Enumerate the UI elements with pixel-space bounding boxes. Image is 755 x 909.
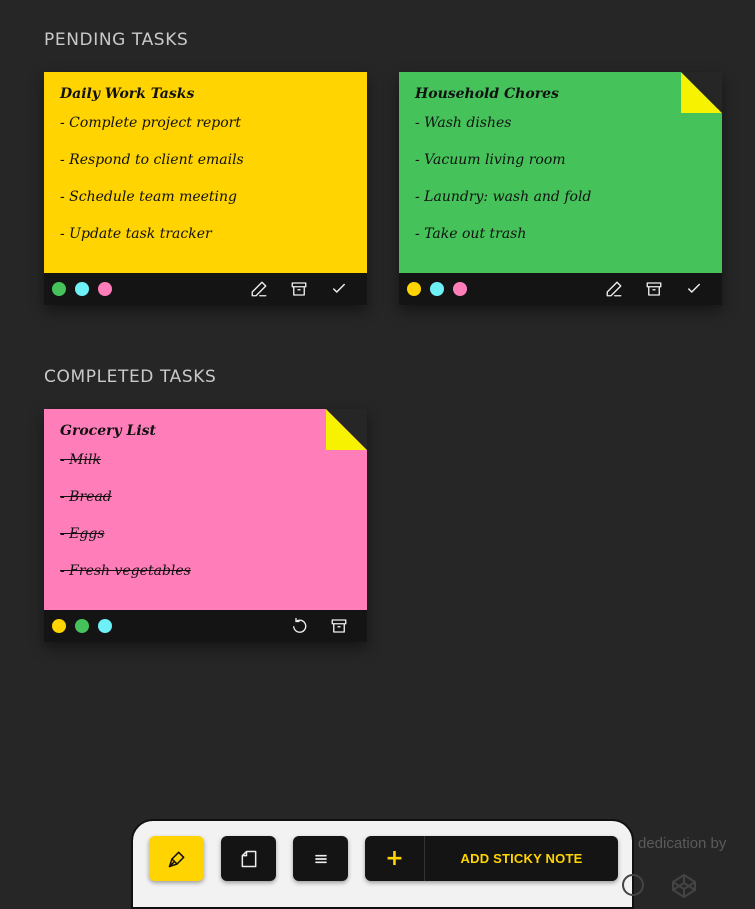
circle-logo-icon <box>622 874 644 896</box>
color-swatch-cyan[interactable] <box>98 619 112 633</box>
menu-button[interactable] <box>293 836 348 881</box>
note-icon <box>241 850 256 867</box>
restore-button[interactable] <box>279 610 319 642</box>
note-footer <box>44 273 367 305</box>
archive-icon <box>646 282 662 296</box>
note-item: - Respond to client emails <box>60 152 244 168</box>
color-swatch-yellow[interactable] <box>52 619 66 633</box>
page-fold-corner <box>681 72 722 113</box>
menu-icon <box>314 854 327 863</box>
page-fold-corner <box>326 409 367 450</box>
note-item: - Update task tracker <box>60 226 212 242</box>
check-icon <box>333 283 345 293</box>
note-item: - Take out trash <box>415 226 527 242</box>
archive-button[interactable] <box>319 610 359 642</box>
note-item: - Laundry: wash and fold <box>415 189 592 205</box>
note-body: Grocery List - Milk - Bread - Eggs - Fre… <box>44 409 367 610</box>
note-item: - Milk <box>60 452 101 468</box>
edit-button[interactable] <box>239 273 279 305</box>
color-swatch-cyan[interactable] <box>75 282 89 296</box>
pencil-icon <box>251 281 267 297</box>
add-sticky-note-label: ADD STICKY NOTE <box>460 851 583 866</box>
color-swatch-pink[interactable] <box>98 282 112 296</box>
completed-section-title: COMPLETED TASKS <box>44 367 217 387</box>
plus-icon: + <box>365 836 425 881</box>
color-swatch-cyan[interactable] <box>430 282 444 296</box>
add-sticky-note-button[interactable]: + ADD STICKY NOTE <box>365 836 618 881</box>
check-icon <box>688 283 700 293</box>
complete-button[interactable] <box>319 273 359 305</box>
note-title: Household Chores <box>415 86 559 102</box>
complete-button[interactable] <box>674 273 714 305</box>
color-swatch-green[interactable] <box>52 282 66 296</box>
note-item: - Fresh vegetables <box>60 563 191 579</box>
pencil-icon <box>606 281 622 297</box>
note-footer <box>399 273 722 305</box>
edit-button[interactable] <box>594 273 634 305</box>
sticky-note-daily-work: Daily Work Tasks - Complete project repo… <box>44 72 367 305</box>
note-item: - Bread <box>60 489 112 505</box>
codepen-logo-icon <box>672 874 696 898</box>
undo-icon <box>293 617 307 633</box>
note-footer <box>44 610 367 642</box>
pending-section-title: PENDING TASKS <box>44 30 189 50</box>
archive-icon <box>331 619 347 633</box>
note-title: Daily Work Tasks <box>60 86 195 102</box>
sticky-note-grocery-list: Grocery List - Milk - Bread - Eggs - Fre… <box>44 409 367 642</box>
archive-icon <box>291 282 307 296</box>
color-swatch-yellow[interactable] <box>407 282 421 296</box>
note-item: - Vacuum living room <box>415 152 566 168</box>
dedication-text: dedication by <box>638 835 727 852</box>
color-swatch-green[interactable] <box>75 619 89 633</box>
note-title: Grocery List <box>60 423 156 439</box>
note-body: Daily Work Tasks - Complete project repo… <box>44 72 367 273</box>
note-item: - Schedule team meeting <box>60 189 238 205</box>
note-item: - Complete project report <box>60 115 241 131</box>
note-body: Household Chores - Wash dishes - Vacuum … <box>399 72 722 273</box>
archive-button[interactable] <box>279 273 319 305</box>
pen-tool-button[interactable] <box>149 836 204 881</box>
color-swatch-pink[interactable] <box>453 282 467 296</box>
bottom-toolbar: + ADD STICKY NOTE <box>131 819 634 909</box>
pen-nib-icon <box>168 851 184 867</box>
note-item: - Wash dishes <box>415 115 512 131</box>
sticky-note-household-chores: Household Chores - Wash dishes - Vacuum … <box>399 72 722 305</box>
archive-button[interactable] <box>634 273 674 305</box>
new-note-button[interactable] <box>221 836 276 881</box>
note-item: - Eggs <box>60 526 105 542</box>
